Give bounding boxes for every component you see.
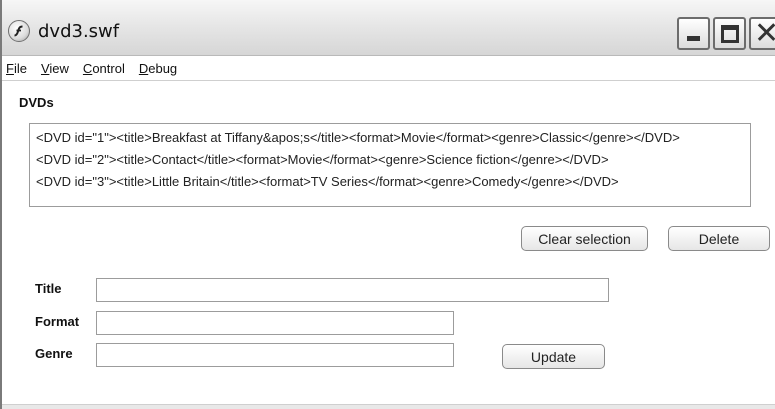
format-label: Format bbox=[35, 314, 80, 329]
app-window: dvd3.swf ✕ File View Control Debug DVDs … bbox=[0, 0, 775, 409]
menu-file-mnemonic: F bbox=[6, 61, 14, 76]
dvds-heading: DVDs bbox=[19, 95, 54, 110]
minimize-icon bbox=[687, 36, 700, 41]
maximize-icon bbox=[721, 25, 739, 43]
format-input[interactable] bbox=[96, 311, 454, 335]
title-input[interactable] bbox=[96, 278, 609, 302]
window-title: dvd3.swf bbox=[38, 21, 120, 42]
menu-view[interactable]: View bbox=[41, 61, 69, 76]
close-button[interactable]: ✕ bbox=[749, 17, 775, 50]
menu-file-rest: ile bbox=[13, 61, 27, 76]
dvd-listbox[interactable]: <DVD id="1"><title>Breakfast at Tiffany&… bbox=[29, 123, 751, 207]
menu-debug-mnemonic: D bbox=[138, 61, 149, 76]
title-label: Title bbox=[35, 281, 62, 296]
list-item[interactable]: <DVD id="3"><title>Little Britain</title… bbox=[30, 171, 750, 193]
menu-view-rest: iew bbox=[49, 61, 69, 76]
clear-selection-button[interactable]: Clear selection bbox=[521, 226, 648, 251]
list-item[interactable]: <DVD id="2"><title>Contact</title><forma… bbox=[30, 149, 750, 171]
bottom-edge bbox=[2, 404, 775, 409]
close-icon: ✕ bbox=[754, 16, 775, 51]
menu-debug[interactable]: Debug bbox=[139, 61, 177, 76]
delete-button[interactable]: Delete bbox=[668, 226, 770, 251]
minimize-button[interactable] bbox=[677, 17, 710, 50]
flash-player-icon bbox=[8, 20, 30, 42]
list-item[interactable]: <DVD id="1"><title>Breakfast at Tiffany&… bbox=[30, 127, 750, 149]
maximize-button[interactable] bbox=[713, 17, 746, 50]
title-bar[interactable]: dvd3.swf ✕ bbox=[2, 0, 775, 56]
update-button[interactable]: Update bbox=[502, 344, 605, 369]
menu-bar: File View Control Debug bbox=[2, 57, 775, 81]
menu-control[interactable]: Control bbox=[83, 61, 125, 76]
genre-input[interactable] bbox=[96, 343, 454, 367]
menu-debug-rest: ebug bbox=[148, 61, 178, 76]
menu-file[interactable]: File bbox=[6, 61, 27, 76]
menu-control-mnemonic: C bbox=[82, 61, 93, 76]
menu-control-rest: ontrol bbox=[92, 61, 125, 76]
genre-label: Genre bbox=[35, 346, 73, 361]
